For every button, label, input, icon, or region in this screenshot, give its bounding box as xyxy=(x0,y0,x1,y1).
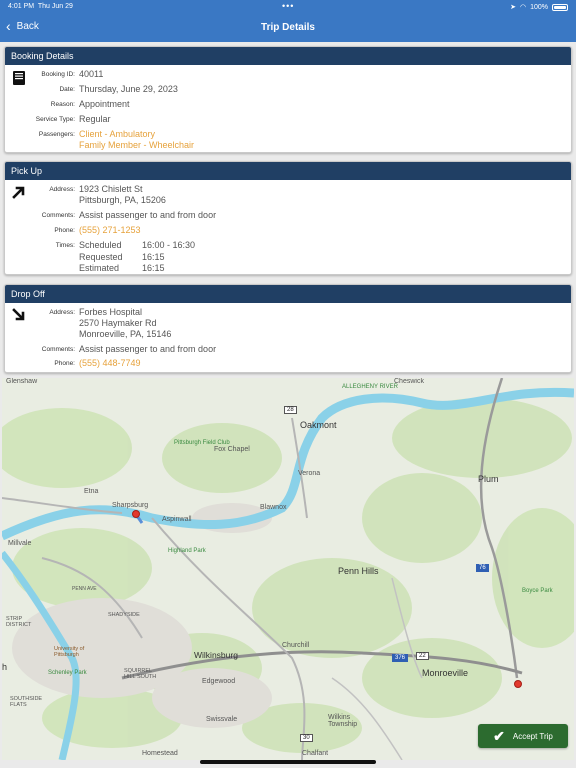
dropoff-comments-label: Comments: xyxy=(41,346,75,353)
map-label-homestead: Homestead xyxy=(142,750,178,757)
pickup-phone-label: Phone: xyxy=(54,227,75,234)
map-label-strip-district: STRIP DISTRICT xyxy=(6,616,32,628)
map-label-fox-chapel: Fox Chapel xyxy=(214,446,250,453)
map-label-oakmont: Oakmont xyxy=(300,420,337,430)
pickup-phone-link[interactable]: (555) 271-1253 xyxy=(79,225,141,237)
pickup-card: Pick Up Address: 1923 Chislett St Pittsb… xyxy=(4,161,572,275)
route-map[interactable]: Glenshaw Cheswick ALLEGHENY RIVER Oakmon… xyxy=(2,378,574,760)
map-label-highland-park: Highland Park xyxy=(168,548,206,554)
dropoff-pin-icon[interactable] xyxy=(514,680,522,688)
date-value: Thursday, June 29, 2023 xyxy=(79,84,178,94)
map-label-glenshaw: Glenshaw xyxy=(6,378,38,385)
map-label-boyce-park: Boyce Park xyxy=(522,588,553,594)
map-label-university: University of Pittsburgh xyxy=(54,646,85,658)
battery-icon xyxy=(552,3,568,11)
service-type-label: Service Type: xyxy=(35,116,75,123)
status-bar: 4:01 PM Thu Jun 29 ••• ➤ ◠ 100% xyxy=(0,1,576,14)
map-label-monroeville: Monroeville xyxy=(422,668,469,678)
map-label-aspinwall: Aspinwall xyxy=(162,516,192,523)
pickup-address-label: Address: xyxy=(49,186,75,193)
map-label-wilkins-township: Wilkins Township xyxy=(328,714,358,728)
accept-trip-label: Accept Trip xyxy=(512,731,553,741)
map-label-allegheny-river: ALLEGHENY RIVER xyxy=(342,384,398,390)
map-label-h: h xyxy=(2,662,8,672)
map-label-swissvale: Swissvale xyxy=(206,716,238,723)
dropoff-address-line2: 2570 Haymaker Rd xyxy=(79,318,157,328)
map-label-plum: Plum xyxy=(478,474,499,484)
dropoff-phone-link[interactable]: (555) 448-7749 xyxy=(79,358,141,370)
checkmark-icon: ✔ xyxy=(493,727,505,744)
route-shield-28: 28 xyxy=(284,406,297,414)
pickup-times: Scheduled 16:00 - 16:30 Requested 16:15 Es… xyxy=(79,240,196,274)
dropoff-card: Drop Off Address: Forbes Hospital 2570 H… xyxy=(4,284,572,373)
map-label-cheswick: Cheswick xyxy=(394,378,424,385)
passenger-2[interactable]: Family Member - Wheelchair xyxy=(79,140,194,152)
map-label-blawnox: Blawnox xyxy=(260,504,287,511)
map-label-edgewood: Edgewood xyxy=(202,678,236,685)
service-type-value: Regular xyxy=(79,114,111,124)
map-label-verona: Verona xyxy=(298,470,321,477)
map-label-churchill: Churchill xyxy=(282,642,310,649)
route-shield-22: 22 xyxy=(416,652,429,660)
map-label-penn-hills: Penn Hills xyxy=(338,566,379,576)
map-label-southside-flats: SOUTHSIDE FLATS xyxy=(10,696,43,708)
pickup-times-label: Times: xyxy=(55,242,75,249)
map-label-sharpsburg: Sharpsburg xyxy=(112,502,149,509)
route-shield-376: 376 xyxy=(392,654,409,662)
top-bar: 4:01 PM Thu Jun 29 ••• ➤ ◠ 100% ‹ Back T… xyxy=(0,0,576,42)
page-title: Trip Details xyxy=(261,22,315,33)
dropoff-address-line1: Forbes Hospital xyxy=(79,307,143,317)
route-shield-76: 76 xyxy=(476,564,489,572)
battery-percent: 100% xyxy=(530,3,548,11)
pickup-header: Pick Up xyxy=(5,162,571,180)
booking-id-label: Booking ID: xyxy=(41,71,75,78)
home-indicator[interactable] xyxy=(200,760,376,764)
map-label-shadyside: SHADYSIDE xyxy=(108,612,140,618)
dropoff-address-line3: Monroeville, PA, 15146 xyxy=(79,329,172,339)
passengers-label: Passengers: xyxy=(38,131,75,138)
dropoff-phone-label: Phone: xyxy=(54,360,75,367)
map-label-millvale: Millvale xyxy=(8,540,32,547)
location-icon: ➤ xyxy=(510,4,516,11)
map-label-schenley-park: Schenley Park xyxy=(48,670,87,676)
map-label-chalfant: Chalfant xyxy=(302,750,329,757)
time-row-estimated: Estimated 16:15 xyxy=(79,263,165,273)
map-label-etna: Etna xyxy=(84,488,99,495)
dropoff-comments-value: Assist passenger to and from door xyxy=(79,344,217,354)
pickup-pin-icon[interactable] xyxy=(132,510,140,518)
passenger-1[interactable]: Client - Ambulatory xyxy=(79,129,155,141)
accept-trip-button[interactable]: ✔ Accept Trip xyxy=(478,724,568,748)
map-label-penn-ave: PENN AVE xyxy=(72,586,97,592)
booking-details-header: Booking Details xyxy=(5,47,571,65)
map-label-squirrel-hill: SQUIRREL HILL SOUTH xyxy=(124,668,157,680)
pickup-address-line2: Pittsburgh, PA, 15206 xyxy=(79,195,166,205)
booking-details-card: Booking Details Booking ID: 40011 Date: Th… xyxy=(4,46,572,153)
status-time: 4:01 PM Thu Jun 29 xyxy=(8,3,73,10)
multitask-dots[interactable]: ••• xyxy=(282,1,294,11)
reason-label: Reason: xyxy=(50,101,75,108)
pickup-comments-label: Comments: xyxy=(41,212,75,219)
reason-value: Appointment xyxy=(79,99,130,109)
status-right: ➤ ◠ 100% xyxy=(510,3,568,11)
wifi-icon: ◠ xyxy=(519,4,527,11)
dropoff-header: Drop Off xyxy=(5,285,571,303)
time-row-requested: Requested 16:15 xyxy=(79,251,165,262)
pickup-address-line1: 1923 Chislett St xyxy=(79,184,143,194)
time-row-scheduled: Scheduled 16:00 - 16:30 xyxy=(79,240,196,250)
pickup-comments-value: Assist passenger to and from door xyxy=(79,210,217,220)
date-label: Date: xyxy=(59,86,75,93)
booking-id-value: 40011 xyxy=(79,69,104,79)
route-shield-30: 30 xyxy=(300,734,313,742)
dropoff-address-label: Address: xyxy=(49,309,75,316)
map-label-wilkinsburg: Wilkinsburg xyxy=(194,650,238,660)
